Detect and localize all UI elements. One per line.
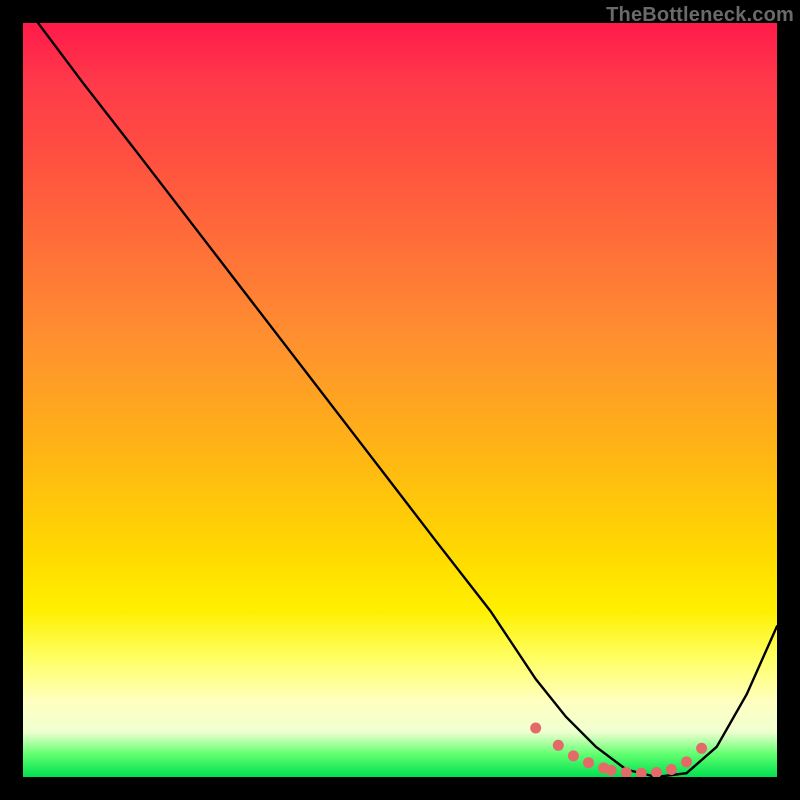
marker-dot — [651, 767, 662, 777]
marker-dot — [530, 723, 541, 734]
watermark-text: TheBottleneck.com — [606, 4, 794, 27]
marker-dot — [553, 740, 564, 751]
chart-container: TheBottleneck.com — [0, 0, 800, 800]
marker-dot — [583, 757, 594, 768]
marker-dot — [621, 767, 632, 777]
marker-dot — [666, 764, 677, 775]
curve-overlay — [23, 23, 777, 777]
plot-area — [23, 23, 777, 777]
marker-dot — [681, 756, 692, 767]
marker-dot — [696, 743, 707, 754]
marker-dot — [636, 768, 647, 777]
marker-group — [530, 723, 707, 778]
curve-line-group — [38, 23, 777, 777]
marker-dot — [568, 750, 579, 761]
curve-line — [38, 23, 777, 777]
marker-dot — [606, 765, 617, 776]
